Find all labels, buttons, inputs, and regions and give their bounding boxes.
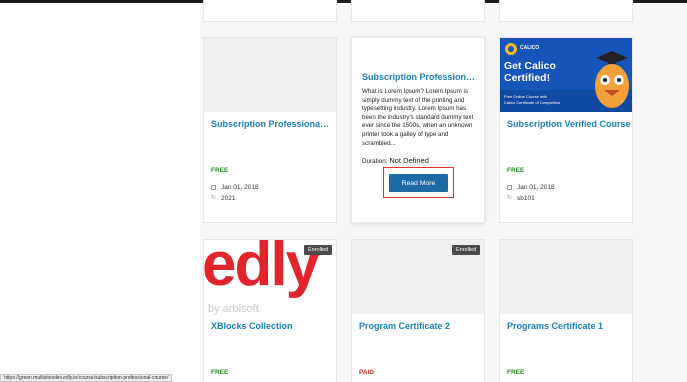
- refresh-icon: ↻: [211, 195, 217, 201]
- course-price: FREE: [211, 369, 229, 376]
- course-date: Jan 01, 2018: [211, 184, 259, 191]
- course-card[interactable]: Programs Certificate 1 FREE: [499, 239, 633, 382]
- calendar-icon: [211, 185, 216, 190]
- course-card-partial[interactable]: [351, 0, 485, 22]
- course-code: ↻ 2021: [211, 195, 235, 202]
- course-card[interactable]: Subscription Professional C... FREE Jan …: [203, 37, 337, 223]
- course-thumbnail: [204, 38, 336, 112]
- course-title[interactable]: Subscription Professional...: [362, 72, 476, 82]
- course-duration: Duration: Not Defined: [362, 156, 429, 165]
- calico-banner: CALICO Get Calico Certified! Free Online…: [500, 38, 632, 112]
- refresh-icon: ↻: [507, 195, 513, 201]
- calico-headline-2: Certified!: [504, 72, 551, 84]
- course-card[interactable]: edly by arbisoft Enrolled XBlocks Collec…: [203, 239, 337, 382]
- duration-label: Duration:: [362, 158, 388, 165]
- course-price: FREE: [507, 369, 525, 376]
- date-text: Jan 01, 2018: [517, 184, 555, 191]
- edly-logo-sub: by arbisoft: [208, 303, 259, 315]
- course-date: Jan 01, 2018: [507, 184, 555, 191]
- calico-sub-2: Calico Certificate of Completion: [504, 100, 561, 105]
- course-title[interactable]: Program Certificate 2: [359, 321, 479, 331]
- calico-sub-1: Free Online Course with: [504, 94, 548, 99]
- read-more-button[interactable]: Read More: [389, 174, 448, 192]
- course-description: What is Lorem Ipsum? Lorem Ipsum is simp…: [362, 88, 474, 147]
- calendar-icon: [507, 185, 512, 190]
- enrolled-badge: Enrolled: [452, 245, 481, 255]
- course-card-partial[interactable]: [499, 0, 633, 22]
- course-price: PAID: [359, 369, 375, 376]
- code-text: sb101: [517, 195, 535, 202]
- course-title[interactable]: Subscription Professional C...: [211, 119, 331, 129]
- course-card[interactable]: CALICO Get Calico Certified! Free Online…: [499, 37, 633, 223]
- course-price: FREE: [211, 167, 229, 174]
- course-card-partial[interactable]: [203, 0, 337, 22]
- duration-value: Not Defined: [389, 156, 429, 165]
- course-code: ↻ sb101: [507, 195, 535, 202]
- course-price: FREE: [507, 167, 525, 174]
- code-text: 2021: [221, 195, 236, 202]
- course-title[interactable]: Programs Certificate 1: [507, 321, 631, 331]
- enrolled-badge: Enrolled: [304, 245, 333, 255]
- calico-logo-text: CALICO: [520, 45, 540, 51]
- cat-mascot-icon: [595, 64, 629, 108]
- calico-headline-1: Get Calico: [504, 60, 556, 72]
- date-text: Jan 01, 2018: [221, 184, 259, 191]
- left-white-area: [0, 3, 200, 382]
- course-card[interactable]: Enrolled Program Certificate 2 PAID: [351, 239, 485, 382]
- status-bar-url: https://green.multisitesdev.edly.io/cour…: [0, 374, 173, 382]
- edly-logo-text: edly: [203, 239, 320, 299]
- course-thumbnail: [500, 240, 632, 314]
- course-title[interactable]: Subscription Verified Course: [507, 119, 631, 129]
- course-title[interactable]: XBlocks Collection: [211, 321, 331, 331]
